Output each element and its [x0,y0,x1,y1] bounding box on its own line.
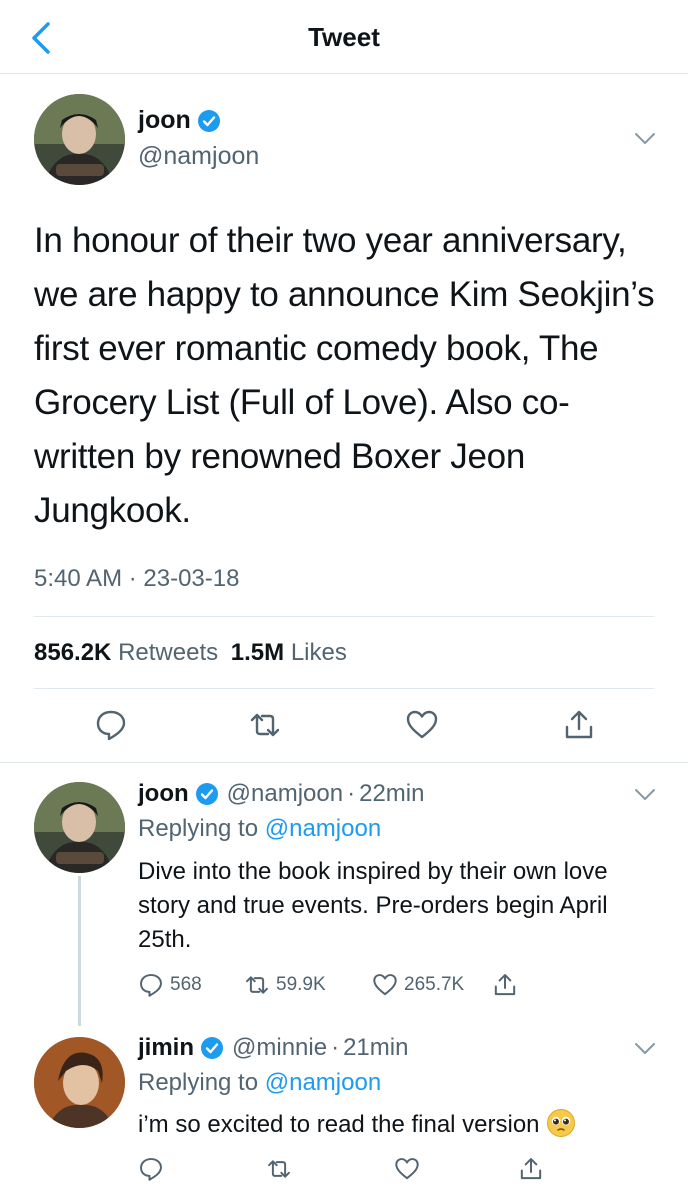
retweet-icon [246,976,268,994]
likes-count[interactable]: 1.5M [231,639,284,666]
pleading-face-emoji-icon [546,1109,575,1137]
reply-text: i’m so excited to read the final version [138,1111,540,1138]
chevron-down-icon[interactable] [634,1042,656,1056]
replying-prefix: Replying to [138,1069,265,1096]
likes-label[interactable]: Likes [291,639,347,666]
separator-dot: · [347,780,356,807]
reply-text: Dive into the book inspired by their own… [138,858,608,953]
like-button[interactable]: 265.7K [372,972,492,998]
avatar-photo [34,94,125,185]
author-row: joon [138,106,221,135]
like-icon [373,974,397,996]
share-icon[interactable] [562,708,596,742]
reply-icon[interactable] [94,708,128,742]
share-icon [494,974,516,996]
avatar[interactable] [34,1037,125,1128]
author-handle[interactable]: @namjoon [138,142,259,171]
share-icon [520,1158,542,1180]
top-bar: Tweet [0,0,688,74]
verified-badge-icon [195,783,218,805]
reply-count: 568 [170,974,202,995]
reply-icon [140,974,162,997]
chevron-down-icon[interactable] [634,132,656,146]
share-button[interactable] [518,1156,550,1182]
retweet-count: 59.9K [276,974,326,995]
reply-button[interactable]: 568 [138,972,244,998]
author-name[interactable]: joon [138,106,191,135]
tweet-text: In honour of their two year anniversary,… [34,221,655,530]
replying-to: Replying to @namjoon [138,1069,381,1097]
like-icon [395,1158,419,1180]
verified-badge-icon [201,1037,224,1059]
reply-action-bar: 568 59.9K 265.7K [138,972,524,998]
divider [34,688,654,689]
reply-author-name[interactable]: jimin [138,1034,194,1062]
reply-icon [140,1158,162,1181]
avatar[interactable] [34,782,125,873]
share-button[interactable] [492,972,524,998]
avatar-photo [34,782,125,873]
retweet-button[interactable]: 59.9K [244,972,372,998]
like-icon[interactable] [405,708,439,742]
reply-author-handle[interactable]: @namjoon [227,780,343,808]
reply-author-handle[interactable]: @minnie [232,1034,327,1062]
tweet-timestamp: 5:40 AM · 23-03-18 [34,565,240,592]
reply-time: 21min [343,1034,409,1061]
thread-line [78,876,81,1026]
reply-header: jimin @minnie · 21min [138,1034,408,1062]
reply-time: 22min [359,780,425,807]
reply-action-bar [138,1156,550,1182]
engagement-stats: 856.2K Retweets 1.5M Likes [34,639,347,667]
reply-header: joon @namjoon · 22min [138,780,424,808]
mention-link[interactable]: @namjoon [265,815,381,842]
replying-prefix: Replying to [138,815,265,842]
chevron-down-icon[interactable] [634,788,656,802]
avatar[interactable] [34,94,125,185]
reply-button[interactable] [138,1156,266,1182]
like-count: 265.7K [404,974,465,995]
separator-dot: · [331,1034,340,1061]
retweets-label[interactable]: Retweets [118,639,218,666]
avatar-photo [34,1037,125,1128]
like-button[interactable] [394,1156,518,1182]
divider [0,762,688,763]
reply-text-row: i’m so excited to read the final version [138,1108,678,1142]
verified-badge-icon [197,109,220,132]
reply-author-name[interactable]: joon [138,780,189,808]
retweets-count[interactable]: 856.2K [34,639,111,666]
retweet-icon[interactable] [248,708,282,742]
retweet-button[interactable] [266,1156,394,1182]
mention-link[interactable]: @namjoon [265,1069,381,1096]
page-title: Tweet [308,22,380,52]
retweet-icon [268,1160,290,1178]
replying-to: Replying to @namjoon [138,815,381,843]
divider [34,616,654,617]
